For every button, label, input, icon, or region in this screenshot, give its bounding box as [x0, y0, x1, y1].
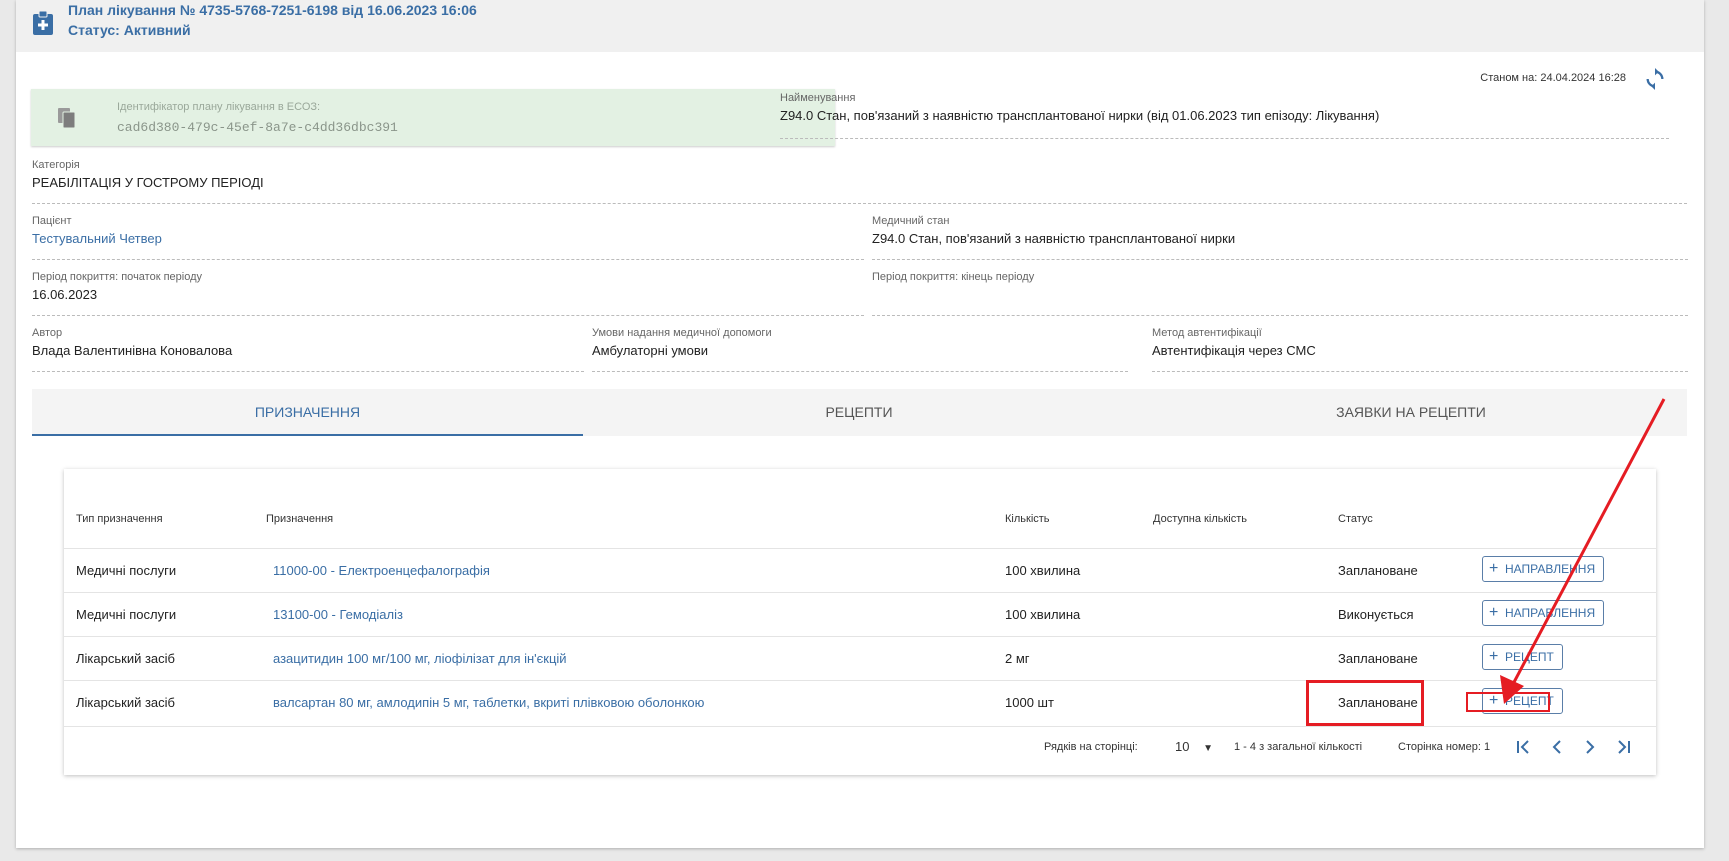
field-label: Період покриття: кінець періоду	[872, 271, 1035, 283]
field-value: Влада Валентинівна Коновалова	[32, 343, 233, 358]
field-label: Умови надання медичної допомоги	[592, 327, 772, 339]
as-of-timestamp: Станом на: 24.04.2024 16:28	[1480, 72, 1626, 84]
field-label: Пацієнт	[32, 215, 72, 227]
field-value: Z94.0 Стан, пов'язаний з наявністю транс…	[780, 108, 1380, 123]
cell-item-link[interactable]: валсартан 80 мг, амлодипін 5 мг, таблетк…	[273, 695, 704, 710]
tabs-bar: ПРИЗНАЧЕННЯ РЕЦЕПТИ ЗАЯВКИ НА РЕЦЕПТИ	[32, 389, 1687, 436]
plus-icon: +	[1489, 648, 1499, 665]
field-period-start: Період покриття: початок періоду 16.06.2…	[32, 271, 864, 316]
button-label: РЕЦЕПТ	[1505, 650, 1554, 664]
field-name: Найменування Z94.0 Стан, пов'язаний з на…	[780, 92, 1669, 139]
ehealth-id-label: Ідентифікатор плану лікування в ЕСОЗ:	[117, 101, 321, 113]
cell-type: Медичні послуги	[76, 563, 177, 578]
field-period-end: Період покриття: кінець періоду	[872, 271, 1688, 316]
field-label: Метод автентифікації	[1152, 327, 1262, 339]
column-header-type: Тип призначення	[76, 513, 163, 525]
patient-link[interactable]: Тестувальний Четвер	[32, 231, 162, 246]
clipboard-plus-icon	[33, 10, 53, 35]
cell-item-link[interactable]: 11000-00 - Електроенцефалографія	[273, 563, 490, 578]
tab-recipe-requests[interactable]: ЗАЯВКИ НА РЕЦЕПТИ	[1135, 389, 1687, 436]
header-bar: План лікування № 4735-5768-7251-6198 від…	[16, 0, 1704, 52]
field-care-conditions: Умови надання медичної допомоги Амбулато…	[592, 327, 1128, 372]
plus-icon: +	[1489, 560, 1499, 577]
table-row: Лікарський засіб азацитидин 100 мг/100 м…	[64, 636, 1656, 681]
plan-status: Статус: Активний	[68, 22, 191, 38]
prescriptions-table: Тип призначення Призначення Кількість До…	[64, 469, 1656, 775]
page-number: Сторінка номер: 1	[1398, 741, 1491, 753]
ehealth-id-value: cad6d380-479c-45ef-8a7e-c4dd36dbc391	[117, 120, 398, 135]
field-value: 16.06.2023	[32, 287, 98, 302]
field-auth-method: Метод автентифікації Автентифікація чере…	[1152, 327, 1688, 372]
field-value: Z94.0 Стан, пов'язаний з наявністю транс…	[872, 231, 1236, 246]
cell-item-link[interactable]: азацитидин 100 мг/100 мг, ліофілізат для…	[273, 651, 567, 666]
field-value: Автентифікація через СМС	[1152, 343, 1316, 358]
field-patient: Пацієнт Тестувальний Четвер	[32, 215, 864, 260]
field-label: Період покриття: початок періоду	[32, 271, 203, 283]
tab-prescriptions[interactable]: ПРИЗНАЧЕННЯ	[32, 389, 583, 436]
add-referral-button[interactable]: + НАПРАВЛЕННЯ	[1482, 600, 1605, 626]
field-label: Категорія	[32, 159, 80, 171]
field-value: РЕАБІЛІТАЦІЯ У ГОСТРОМУ ПЕРІОДІ	[32, 175, 264, 190]
cell-status: Виконується	[1338, 607, 1414, 622]
rows-per-page-select[interactable]: 10 ▼	[1175, 739, 1213, 754]
field-label: Медичний стан	[872, 215, 950, 227]
chevron-down-icon: ▼	[1203, 743, 1213, 754]
field-condition: Медичний стан Z94.0 Стан, пов'язаний з н…	[872, 215, 1688, 260]
treatment-plan-card: План лікування № 4735-5768-7251-6198 від…	[16, 0, 1704, 848]
field-value: Амбулаторні умови	[592, 343, 709, 358]
field-category: Категорія РЕАБІЛІТАЦІЯ У ГОСТРОМУ ПЕРІОД…	[32, 159, 1687, 204]
add-referral-button[interactable]: + НАПРАВЛЕННЯ	[1482, 556, 1605, 582]
column-header-available: Доступна кількість	[1153, 513, 1247, 525]
column-header-item: Призначення	[266, 513, 334, 525]
next-page-icon[interactable]	[1580, 737, 1600, 757]
first-page-icon[interactable]	[1514, 737, 1534, 757]
last-page-icon[interactable]	[1613, 737, 1633, 757]
rows-per-page-label: Рядків на сторінці:	[1044, 741, 1138, 753]
button-label: НАПРАВЛЕННЯ	[1505, 562, 1596, 576]
cell-status: Заплановане	[1338, 563, 1418, 578]
cell-qty: 1000 шт	[1005, 695, 1054, 710]
pagination-range: 1 - 4 з загальної кількості	[1234, 741, 1363, 753]
cell-type: Лікарський засіб	[76, 651, 175, 666]
annotation-highlight-button	[1466, 692, 1550, 712]
ehealth-id-box: Ідентифікатор плану лікування в ЕСОЗ: ca…	[31, 89, 835, 146]
column-header-status: Статус	[1338, 513, 1373, 525]
column-header-qty: Кількість	[1005, 513, 1050, 525]
field-label: Найменування	[780, 92, 856, 104]
tab-recipes[interactable]: РЕЦЕПТИ	[583, 389, 1135, 436]
cell-type: Медичні послуги	[76, 607, 177, 622]
cell-qty: 100 хвилина	[1005, 563, 1081, 578]
previous-page-icon[interactable]	[1547, 737, 1567, 757]
field-label: Автор	[32, 327, 63, 339]
cell-item-link[interactable]: 13100-00 - Гемодіаліз	[273, 607, 403, 622]
field-author: Автор Влада Валентинівна Коновалова	[32, 327, 584, 372]
table-row: Медичні послуги 13100-00 - Гемодіаліз 10…	[64, 592, 1656, 637]
table-row: Медичні послуги 11000-00 - Електроенцефа…	[64, 548, 1656, 593]
button-label: НАПРАВЛЕННЯ	[1505, 606, 1596, 620]
annotation-highlight-status	[1306, 680, 1424, 726]
plus-icon: +	[1489, 604, 1499, 621]
cell-type: Лікарський засіб	[76, 695, 175, 710]
refresh-icon[interactable]	[1644, 68, 1666, 90]
copy-icon[interactable]	[57, 107, 77, 129]
cell-qty: 2 мг	[1005, 651, 1030, 666]
cell-status: Заплановане	[1338, 651, 1418, 666]
add-recipe-button[interactable]: + РЕЦЕПТ	[1482, 644, 1563, 670]
rows-per-page-value: 10	[1175, 739, 1190, 754]
cell-qty: 100 хвилина	[1005, 607, 1081, 622]
page-title: План лікування № 4735-5768-7251-6198 від…	[68, 2, 477, 18]
